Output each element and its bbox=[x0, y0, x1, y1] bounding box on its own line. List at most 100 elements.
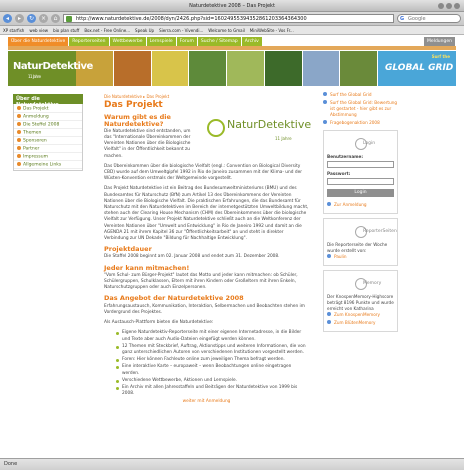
sidebar-item[interactable]: Allgemeine Links bbox=[14, 161, 82, 169]
stop-button[interactable]: × bbox=[39, 14, 48, 23]
photo-tile[interactable] bbox=[302, 51, 341, 86]
next-link[interactable]: weiter mit Anmeldung bbox=[104, 399, 309, 405]
topic-tab[interactable] bbox=[176, 46, 232, 50]
sidebar-item[interactable]: Das Projekt bbox=[14, 105, 82, 113]
back-button[interactable]: ◂ bbox=[3, 14, 12, 23]
nav-suche[interactable]: Suche / Sitemap bbox=[197, 37, 242, 46]
global-grid-banner[interactable]: Surf the GLOBAL GRID bbox=[378, 51, 456, 86]
naturdetektive-logo: NaturDetektive 11 Jahre bbox=[205, 113, 311, 153]
photo-tile[interactable] bbox=[264, 51, 303, 86]
site-logo[interactable]: NaturDetektive 11 Jahre bbox=[8, 51, 93, 86]
topic-tab[interactable] bbox=[120, 46, 176, 50]
bullet-icon bbox=[17, 146, 21, 150]
intro-block: Warum gibt es die Naturdetektive? Die Na… bbox=[104, 111, 199, 163]
main-content: Die Naturdetektive ▸ Das Projekt Das Pro… bbox=[104, 94, 311, 406]
section-heading: Warum gibt es die Naturdetektive? bbox=[104, 113, 171, 128]
link-bluetenmemory[interactable]: Zum BlütenMemory bbox=[327, 320, 394, 326]
sidebar-item-label: Sponsoren bbox=[23, 138, 47, 144]
google-icon: G bbox=[400, 16, 405, 22]
sidebar-item[interactable]: Partner bbox=[14, 145, 82, 153]
bullet-icon bbox=[17, 130, 21, 134]
nav-wettbewerbe[interactable]: Wettbewerbe bbox=[109, 37, 147, 46]
topic-tab[interactable] bbox=[344, 46, 400, 50]
nav-ueber[interactable]: Über die Naturdetektive bbox=[8, 37, 70, 46]
search-placeholder: Google bbox=[408, 16, 426, 22]
bookmark-item[interactable]: web view bbox=[29, 28, 48, 33]
login-heading: Login bbox=[363, 141, 376, 146]
browser-window: Naturdetektive 2008 – Das Projekt ◂ ▸ ↻ … bbox=[0, 0, 464, 470]
bullet-icon bbox=[17, 106, 21, 110]
bookmark-item[interactable]: XP starfish bbox=[3, 28, 24, 33]
home-icon[interactable]: ⌂ bbox=[51, 14, 60, 23]
sidebar-item-label: Partner bbox=[23, 146, 40, 152]
photo-tile[interactable] bbox=[189, 51, 227, 86]
offer-list: Eigene Naturdetektiv-Reporterseite mit e… bbox=[116, 330, 309, 397]
photo-tile[interactable] bbox=[113, 51, 152, 86]
password-field[interactable] bbox=[327, 178, 394, 185]
topic-tab[interactable] bbox=[8, 46, 64, 50]
memory-text: Der KnospenMemory-Highscore beträgt 8196… bbox=[327, 294, 394, 311]
photo-tile[interactable] bbox=[227, 51, 265, 86]
sidebar-item[interactable]: Die Steffel 2008 bbox=[14, 121, 82, 129]
sidebar-item[interactable]: Anmeldung bbox=[14, 113, 82, 121]
reporter-link[interactable]: Paulin bbox=[327, 254, 394, 260]
sidebar-item-label: Anmeldung bbox=[23, 114, 49, 120]
link-knospenmemory[interactable]: Zum KnospenMemory bbox=[327, 312, 394, 318]
nav-spacer bbox=[262, 37, 425, 46]
login-button[interactable]: Login bbox=[327, 189, 394, 197]
bookmark-item[interactable]: Sierra.com - Vivendi... bbox=[159, 28, 203, 33]
topic-tab[interactable] bbox=[288, 46, 344, 50]
sidebar-item[interactable]: Impressum bbox=[14, 153, 82, 161]
topic-tab[interactable] bbox=[232, 46, 288, 50]
link-bewertung[interactable]: Surf the Global Grid: Bewertung ist gest… bbox=[323, 100, 398, 118]
page-main: Über die Naturdetektive Das Projekt Anme… bbox=[0, 86, 464, 421]
sidebar-item[interactable]: Themen bbox=[14, 129, 82, 137]
paragraph: "Vom Schul- zum Bürger-Projekt" lautet d… bbox=[104, 272, 298, 291]
search-input[interactable]: G Google bbox=[397, 14, 461, 23]
topic-tab[interactable] bbox=[400, 46, 456, 50]
bookmark-item[interactable]: bio plan stuff bbox=[53, 28, 79, 33]
banner-photos bbox=[76, 51, 378, 86]
section-heading: Projektdauer bbox=[104, 245, 152, 254]
paragraph: Das Übereinkommen über die biologische V… bbox=[104, 163, 302, 182]
list-item: Foren: Hier können Fachleute online zum … bbox=[116, 357, 309, 363]
nav-forum[interactable]: Forum bbox=[176, 37, 198, 46]
close-button[interactable] bbox=[454, 3, 460, 9]
forward-button[interactable]: ▸ bbox=[15, 14, 24, 23]
username-label: Benutzername: bbox=[327, 154, 364, 159]
list-item: 12 Themen mit Steckbrief, Auftrag, Aktio… bbox=[116, 344, 309, 356]
favicon-icon bbox=[66, 16, 72, 22]
browser-toolbar: ◂ ▸ ↻ × ⌂ http://www.naturdetektive.de/2… bbox=[0, 12, 464, 26]
page-title: Das Projekt bbox=[104, 100, 163, 111]
bookmark-item[interactable]: MiniWebSite - Vos Fr... bbox=[250, 28, 294, 33]
bullet-icon bbox=[17, 114, 21, 118]
minimize-button[interactable] bbox=[438, 3, 444, 9]
topic-tab[interactable] bbox=[64, 46, 120, 50]
username-field[interactable] bbox=[327, 161, 394, 168]
photo-tile[interactable] bbox=[151, 51, 190, 86]
memory-heading: Memory bbox=[363, 281, 382, 286]
reload-button[interactable]: ↻ bbox=[27, 14, 36, 23]
nav-lernspiele[interactable]: Lernspiele bbox=[146, 37, 177, 46]
url-bar[interactable]: http://www.naturdetektive.de/2008/dyn/24… bbox=[63, 14, 394, 23]
bullet-icon bbox=[17, 162, 21, 166]
nav-archiv[interactable]: Archiv bbox=[241, 37, 263, 46]
link-anmeldung[interactable]: Zur Anmeldung bbox=[327, 202, 394, 208]
photo-tile[interactable] bbox=[340, 51, 378, 86]
paragraph: Als Austausch-Plattform bieten die Natur… bbox=[104, 320, 214, 326]
bookmark-item[interactable]: Speak Up bbox=[135, 28, 154, 33]
zoom-button[interactable] bbox=[446, 3, 452, 9]
sidebar-item[interactable]: Sponsoren bbox=[14, 137, 82, 145]
site-top-nav: Über die Naturdetektive Reporterseiten W… bbox=[8, 37, 456, 46]
sidebar-item-label: Allgemeine Links bbox=[23, 162, 62, 168]
nav-reporterseiten[interactable]: Reporterseiten bbox=[69, 37, 110, 46]
window-titlebar: Naturdetektive 2008 – Das Projekt bbox=[0, 0, 464, 12]
login-header: Login bbox=[327, 138, 394, 150]
link-fragebogen[interactable]: Fragebogenaktion 2008 bbox=[323, 120, 398, 126]
login-box: Login Benutzername: Passwort: Login Zur … bbox=[323, 130, 398, 214]
bullet-icon bbox=[17, 138, 21, 142]
bookmark-item[interactable]: Welcome to Gmail bbox=[208, 28, 245, 33]
bookmark-item[interactable]: Box.net - Free Online... bbox=[84, 28, 130, 33]
link-surf-global-grid[interactable]: Surf the Global Grid bbox=[323, 92, 398, 98]
nav-meldungen[interactable]: Meldungen bbox=[424, 37, 456, 46]
